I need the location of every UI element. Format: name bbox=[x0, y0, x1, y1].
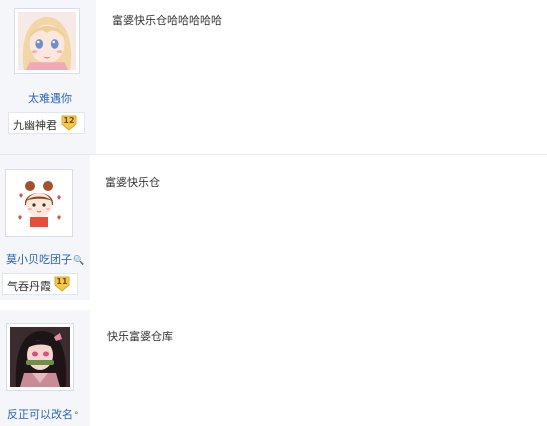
post-content-text: 快乐富婆仓库 bbox=[107, 330, 173, 343]
badge-title: 九幽神君 bbox=[13, 119, 57, 132]
post-content: 富婆快乐仓哈哈哈哈哈 bbox=[112, 12, 222, 28]
post-item: 莫小贝吃团子🔍 气吞丹霞 11 富婆快乐仓 bbox=[0, 155, 547, 300]
anime-girl-avatar[interactable] bbox=[14, 8, 80, 74]
dark-hair-girl-avatar[interactable] bbox=[6, 323, 74, 391]
level-number: 11 bbox=[56, 277, 68, 286]
author-username-text: 太难遇你 bbox=[28, 92, 72, 105]
post-content: 富婆快乐仓 bbox=[105, 174, 160, 190]
chibi-girl-avatar-image bbox=[9, 173, 69, 233]
post-item: 太难遇你 九幽神君 12 富婆快乐仓哈哈哈哈哈 bbox=[0, 0, 547, 154]
post-item: 反正可以改名° 快乐富婆仓库 bbox=[0, 310, 547, 426]
level-badge-icon: 12 bbox=[60, 114, 78, 132]
author-username[interactable]: 莫小贝吃团子🔍 bbox=[6, 251, 84, 267]
author-username[interactable]: 反正可以改名° bbox=[7, 406, 79, 422]
member-badge[interactable]: 九幽神君 12 bbox=[8, 112, 85, 134]
post-content-text: 富婆快乐仓哈哈哈哈哈 bbox=[112, 14, 222, 27]
level-badge-icon: 11 bbox=[53, 275, 71, 293]
chibi-girl-avatar[interactable] bbox=[5, 169, 73, 237]
member-badge[interactable]: 气吞丹霞 11 bbox=[2, 273, 78, 295]
magnifier-icon: 🔍 bbox=[73, 256, 85, 266]
author-username-text: 反正可以改名 bbox=[7, 408, 73, 421]
author-username-text: 莫小贝吃团子 bbox=[6, 253, 72, 266]
post-content-text: 富婆快乐仓 bbox=[105, 176, 160, 189]
author-mark: ° bbox=[74, 411, 79, 421]
level-number: 12 bbox=[63, 116, 75, 125]
dark-hair-girl-avatar-image bbox=[10, 327, 70, 387]
anime-girl-avatar-image bbox=[18, 12, 76, 70]
post-content: 快乐富婆仓库 bbox=[107, 328, 173, 344]
author-username[interactable]: 太难遇你 bbox=[28, 90, 72, 106]
badge-title: 气吞丹霞 bbox=[7, 280, 51, 293]
